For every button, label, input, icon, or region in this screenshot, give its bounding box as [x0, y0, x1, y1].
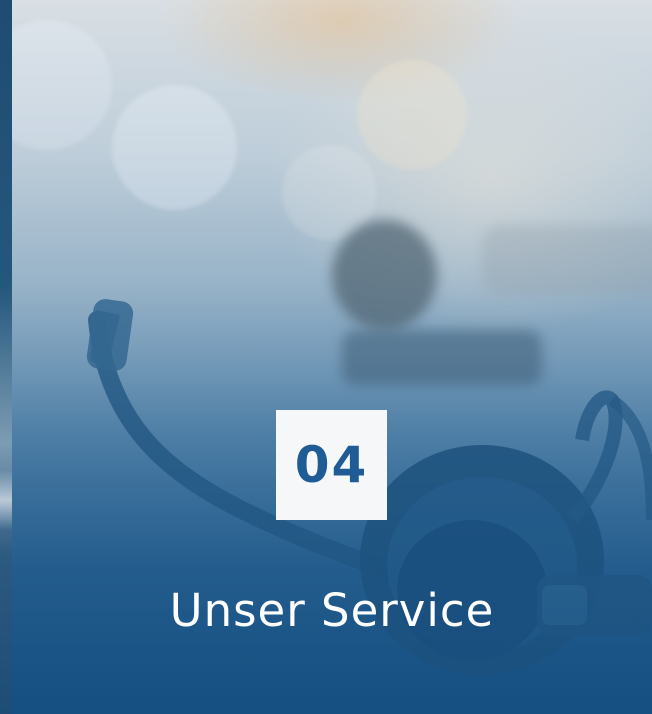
section-number-badge: 04 — [276, 410, 387, 520]
card-title[interactable]: Unser Service — [12, 584, 652, 637]
service-card[interactable]: 04 Unser Service — [12, 0, 652, 714]
service-slide: 04 Unser Service — [0, 0, 652, 714]
neighbor-card-highlight — [0, 470, 12, 530]
section-number: 04 — [294, 436, 369, 494]
neighbor-card-edge[interactable] — [0, 0, 12, 714]
